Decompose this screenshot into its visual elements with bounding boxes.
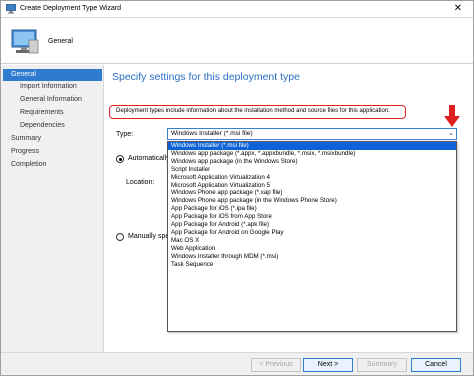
summary-button[interactable]: Summary <box>357 358 407 372</box>
dropdown-option[interactable]: Windows Phone app package (*.xap file) <box>168 189 456 197</box>
computer-icon <box>6 4 16 14</box>
previous-button[interactable]: < Previous <box>251 358 301 372</box>
dropdown-option[interactable]: Microsoft Application Virtualization 5 <box>168 182 456 190</box>
dropdown-option[interactable]: Windows app package (in the Windows Stor… <box>168 158 456 166</box>
type-label: Type: <box>116 131 134 138</box>
dropdown-option[interactable]: Windows app package (*.appx, *.appxbundl… <box>168 150 456 158</box>
dropdown-option[interactable]: App Package for iOS from App Store <box>168 213 456 221</box>
page-title: Specify settings for this deployment typ… <box>112 71 300 83</box>
next-button[interactable]: Next > <box>303 358 353 372</box>
dropdown-option[interactable]: Task Sequence <box>168 261 456 269</box>
type-select-value: Windows Installer (*.msi file) <box>171 130 253 137</box>
computer-icon <box>11 29 39 54</box>
dropdown-option[interactable]: App Package for Android (*.apk file) <box>168 221 456 229</box>
nav-item-summary[interactable]: Summary <box>11 133 41 145</box>
red-arrow-down-icon <box>444 105 460 127</box>
dropdown-option[interactable]: Windows Installer (*.msi file) <box>168 142 456 150</box>
nav-item-dependencies[interactable]: Dependencies <box>20 120 65 132</box>
header-title: General <box>48 38 73 45</box>
dropdown-option[interactable]: Script Installer <box>168 166 456 174</box>
window-title: Create Deployment Type Wizard <box>20 5 122 12</box>
dropdown-option[interactable]: Microsoft Application Virtualization 4 <box>168 174 456 182</box>
dropdown-option[interactable]: App Package for Android on Google Play <box>168 229 456 237</box>
dropdown-option[interactable]: Windows Phone app package (in the Window… <box>168 197 456 205</box>
wizard-header: General <box>1 18 473 64</box>
title-bar: Create Deployment Type Wizard ✕ <box>1 1 473 18</box>
dropdown-option[interactable]: App Package for iOS (*.ipa file) <box>168 205 456 213</box>
info-text-highlighted: Deployment types include information abo… <box>109 105 406 119</box>
wizard-window: Create Deployment Type Wizard ✕ General … <box>0 0 474 376</box>
nav-item-general-information[interactable]: General Information <box>20 94 82 106</box>
nav-item-requirements[interactable]: Requirements <box>20 107 64 119</box>
wizard-nav: General Import Information General Infor… <box>1 65 104 352</box>
main-content: Specify settings for this deployment typ… <box>105 65 473 352</box>
cancel-button[interactable]: Cancel <box>411 358 461 372</box>
location-label: Location: <box>126 179 155 186</box>
nav-item-general[interactable]: General <box>3 69 102 81</box>
type-select[interactable]: Windows Installer (*.msi file) ⌄ <box>167 128 457 140</box>
dropdown-option[interactable]: Windows Installer through MDM (*.msi) <box>168 253 456 261</box>
type-dropdown-list[interactable]: Windows Installer (*.msi file) Windows a… <box>167 141 457 332</box>
dropdown-option[interactable]: Web Application <box>168 245 456 253</box>
nav-item-import-information[interactable]: Import Information <box>20 81 77 93</box>
nav-item-completion[interactable]: Completion <box>11 159 46 171</box>
radio-automatic[interactable] <box>116 155 124 163</box>
wizard-footer: < Previous Next > Summary Cancel <box>1 352 473 375</box>
dropdown-option[interactable]: Mac OS X <box>168 237 456 245</box>
nav-item-progress[interactable]: Progress <box>11 146 39 158</box>
radio-manual[interactable] <box>116 233 124 241</box>
close-button[interactable]: ✕ <box>446 1 470 17</box>
chevron-down-icon[interactable]: ⌄ <box>448 129 454 137</box>
